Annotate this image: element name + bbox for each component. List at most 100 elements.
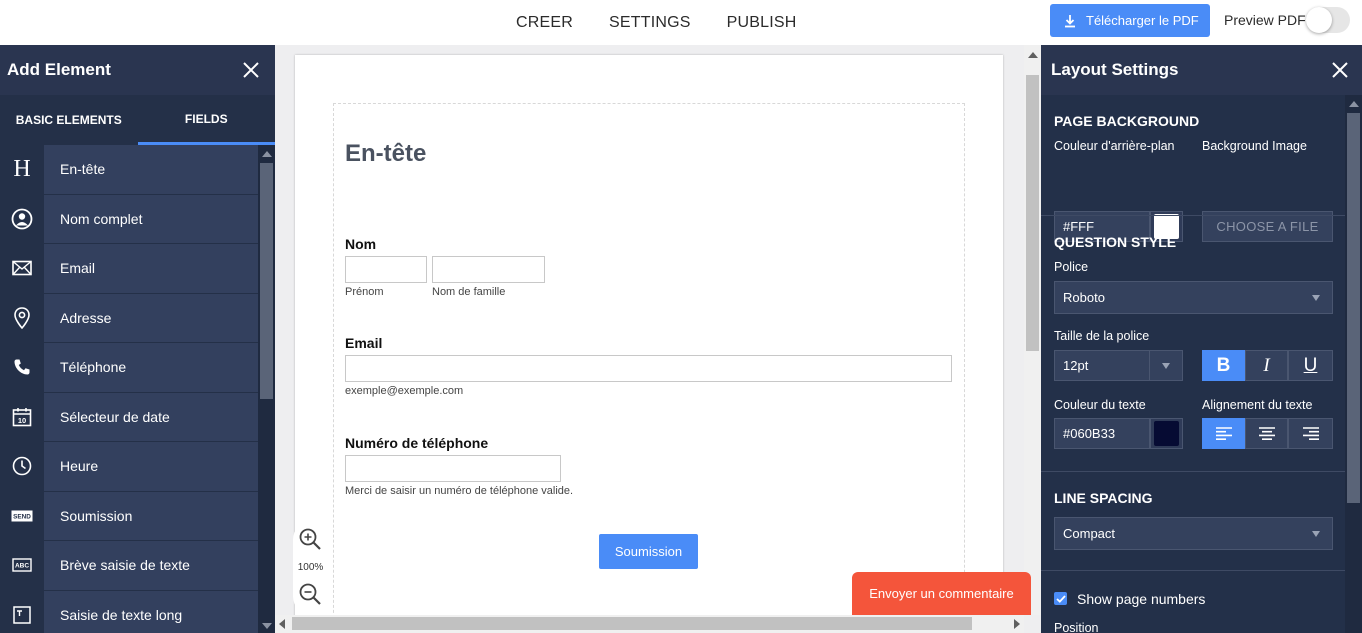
add-element-panel: Add Element BASIC ELEMENTS FIELDS H En-t… (0, 45, 275, 633)
font-label: Police (1054, 260, 1089, 274)
phone-question-label: Numéro de téléphone (345, 435, 489, 451)
element-item-email[interactable]: Email (0, 243, 258, 294)
italic-button[interactable]: I (1245, 350, 1288, 381)
add-element-title: Add Element (7, 60, 111, 79)
last-name-sublabel: Nom de famille (432, 286, 506, 298)
download-pdf-button[interactable]: Télécharger le PDF (1050, 4, 1210, 37)
short-text-icon: ABC (0, 540, 44, 590)
feedback-button[interactable]: Envoyer un commentaire (852, 572, 1031, 615)
show-page-numbers-checkbox[interactable] (1054, 592, 1067, 605)
page-background-title: PAGE BACKGROUND (1054, 113, 1200, 129)
nav-publish[interactable]: PUBLISH (727, 14, 797, 32)
element-label: Sélecteur de date (60, 408, 170, 425)
scroll-down-icon[interactable] (262, 623, 272, 629)
tab-basic-elements[interactable]: BASIC ELEMENTS (0, 95, 138, 145)
preview-pdf-toggle[interactable] (1306, 7, 1350, 33)
element-item-address[interactable]: Adresse (0, 293, 258, 343)
scroll-up-icon[interactable] (1349, 101, 1359, 107)
email-input[interactable] (345, 355, 952, 382)
scroll-right-icon[interactable] (1014, 619, 1020, 629)
top-nav: CREER SETTINGS PUBLISH (516, 0, 833, 45)
zoom-control: 100% (293, 522, 328, 614)
nav-settings[interactable]: SETTINGS (609, 14, 691, 32)
form-canvas: En-tête Nom Prénom Nom de famille Email … (275, 45, 1041, 633)
element-tabs: BASIC ELEMENTS FIELDS (0, 95, 275, 145)
form-submit-button[interactable]: Soumission (599, 534, 698, 569)
tab-fields[interactable]: FIELDS (137, 95, 275, 145)
element-list-scrollbar[interactable] (258, 145, 275, 633)
element-label: Brève saisie de texte (60, 557, 190, 574)
element-item-heading[interactable]: H En-tête (0, 144, 258, 195)
line-spacing-value: Compact (1063, 526, 1116, 541)
text-color-label: Couleur du texte (1054, 398, 1146, 412)
line-spacing-title: LINE SPACING (1054, 490, 1153, 506)
settings-scrollbar[interactable] (1345, 95, 1362, 633)
checkmark-icon (1055, 594, 1066, 603)
toggle-knob (1306, 7, 1332, 33)
text-color-swatch (1154, 421, 1179, 446)
form-heading[interactable]: En-tête (345, 140, 426, 168)
last-name-input[interactable] (432, 256, 545, 283)
user-icon (0, 194, 44, 244)
font-select-value: Roboto (1063, 290, 1105, 305)
clock-icon (0, 441, 44, 491)
section-divider (1041, 570, 1345, 571)
element-label: Adresse (60, 309, 112, 326)
scroll-left-icon[interactable] (279, 619, 285, 629)
close-icon[interactable] (242, 61, 260, 79)
download-pdf-label: Télécharger le PDF (1086, 13, 1199, 28)
element-list: H En-tête Nom complet Email Adresse Télé… (0, 144, 258, 633)
email-sublabel: exemple@exemple.com (345, 385, 464, 397)
long-text-icon (0, 590, 44, 633)
show-page-numbers-label: Show page numbers (1077, 591, 1206, 607)
text-color-input[interactable]: #060B33 (1054, 418, 1150, 449)
element-item-short-text[interactable]: ABC Brève saisie de texte (0, 540, 258, 591)
zoom-in-icon[interactable] (298, 527, 322, 551)
text-align-label: Alignement du texte (1202, 398, 1313, 412)
scrollbar-thumb[interactable] (1026, 75, 1039, 351)
line-spacing-select[interactable]: Compact (1054, 517, 1333, 550)
element-label: Saisie de texte long (60, 606, 183, 623)
bold-button[interactable]: B (1202, 350, 1245, 381)
scrollbar-thumb[interactable] (292, 617, 972, 630)
element-label: Nom complet (60, 210, 143, 227)
canvas-horizontal-scrollbar[interactable] (275, 615, 1024, 633)
font-size-value: 12pt (1063, 358, 1089, 373)
element-item-phone[interactable]: Téléphone (0, 342, 258, 393)
short-text-icon-text: ABC (15, 563, 29, 570)
element-item-long-text[interactable]: Saisie de texte long (0, 590, 258, 633)
align-right-button[interactable] (1288, 418, 1333, 449)
location-pin-icon (0, 293, 44, 343)
nav-creer[interactable]: CREER (516, 14, 573, 32)
align-center-button[interactable] (1245, 418, 1288, 449)
element-label: Heure (60, 458, 99, 475)
scrollbar-thumb[interactable] (260, 163, 273, 399)
top-bar: CREER SETTINGS PUBLISH Télécharger le PD… (0, 0, 1362, 45)
calendar-day-number: 10 (18, 416, 26, 425)
underline-icon: U (1303, 354, 1318, 376)
scroll-up-icon[interactable] (1028, 52, 1038, 58)
font-select[interactable]: Roboto (1054, 281, 1333, 314)
phone-sublabel: Merci de saisir un numéro de téléphone v… (345, 485, 574, 497)
element-item-submit[interactable]: SEND Soumission (0, 491, 258, 541)
scroll-up-icon[interactable] (262, 151, 272, 157)
zoom-out-icon[interactable] (298, 582, 322, 606)
layout-settings-body: PAGE BACKGROUND Couleur d'arrière-plan B… (1041, 95, 1345, 633)
phone-input[interactable] (345, 455, 561, 482)
element-item-date-picker[interactable]: 10 Sélecteur de date (0, 392, 258, 442)
font-size-label: Taille de la police (1054, 329, 1150, 343)
close-icon[interactable] (1331, 61, 1349, 79)
font-size-select[interactable]: 12pt (1054, 350, 1183, 381)
element-item-time[interactable]: Heure (0, 441, 258, 492)
calendar-icon: 10 (0, 392, 44, 442)
text-color-swatch-frame[interactable] (1150, 418, 1183, 449)
layout-settings-header: Layout Settings (1041, 45, 1362, 95)
name-question-label: Nom (345, 236, 377, 252)
align-left-button[interactable] (1202, 418, 1245, 449)
underline-button[interactable]: U (1288, 350, 1333, 381)
position-label: Position (1054, 621, 1099, 633)
first-name-input[interactable] (345, 256, 427, 283)
canvas-vertical-scrollbar[interactable] (1024, 45, 1041, 615)
scrollbar-thumb[interactable] (1347, 113, 1360, 503)
element-item-full-name[interactable]: Nom complet (0, 194, 258, 244)
